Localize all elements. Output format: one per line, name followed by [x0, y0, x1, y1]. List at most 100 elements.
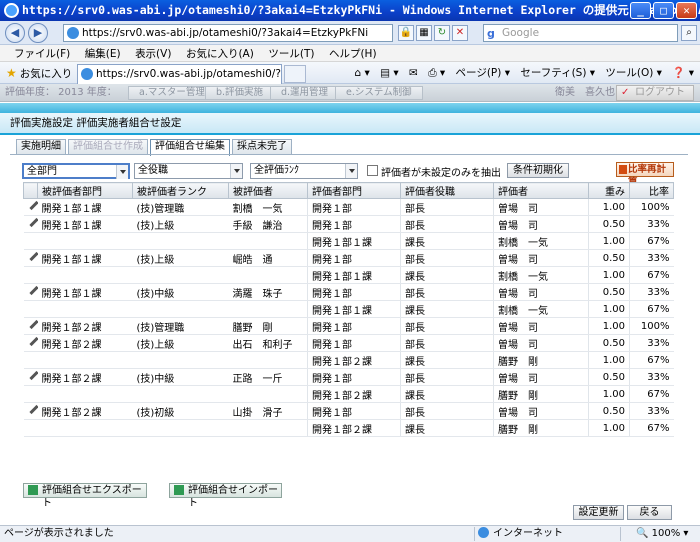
cmd-page[interactable]: ページ(P) ▾	[456, 67, 510, 79]
menu-favorites[interactable]: お気に入り(A)	[186, 48, 254, 60]
save-settings-button[interactable]: 設定更新	[573, 505, 624, 520]
evaluator-dept-cell: 開発１部	[307, 198, 401, 216]
evaluatee-name-cell: 正路 一斤	[228, 368, 308, 386]
evaluatee-dept-cell: 開発１部１課	[37, 283, 133, 301]
edit-cell[interactable]	[23, 402, 38, 420]
edit-cell[interactable]	[23, 198, 38, 216]
refresh-icon[interactable]: ↻	[434, 25, 450, 41]
pencil-edit-icon[interactable]	[28, 251, 38, 263]
edit-cell[interactable]	[23, 368, 38, 386]
url-input[interactable]: https://srv0.was-abi.jp/otameshi0/?3akai…	[63, 24, 393, 42]
minimize-button[interactable]: _	[630, 2, 651, 19]
nav-operation[interactable]: d.運用管理	[270, 86, 340, 100]
tab-details[interactable]: 実施明細	[16, 139, 66, 154]
reset-conditions-button[interactable]: 条件初期化	[507, 163, 569, 178]
home-icon[interactable]: ⌂ ▾	[355, 67, 370, 79]
maximize-button[interactable]: □	[653, 2, 674, 19]
weight-cell: 1.00	[588, 419, 630, 437]
nav-master[interactable]: a.マスター管理	[128, 86, 216, 100]
edit-cell[interactable]	[23, 283, 38, 301]
evaluatee-rank-cell: (技)初級	[132, 402, 229, 420]
evaluatee-name-cell: 割橋 一気	[228, 198, 308, 216]
favorites-bar: ★ お気に入り https://srv0.was-abi.jp/otameshi0…	[0, 62, 700, 84]
pencil-edit-icon[interactable]	[28, 217, 38, 229]
evaluator-position-cell: 部長	[400, 249, 494, 267]
edit-cell[interactable]	[23, 317, 38, 335]
mail-icon[interactable]: ✉	[409, 67, 418, 79]
menu-file[interactable]: ファイル(F)	[14, 48, 70, 60]
print-icon[interactable]: ⎙ ▾	[428, 67, 445, 79]
evaluatee-name-cell: 崛皓 通	[228, 249, 308, 267]
import-label: 評価組合せインポート	[188, 485, 278, 509]
weight-cell: 1.00	[588, 232, 630, 250]
table-row: 開発１部２課 課長 膳野 剛 1.00 67%	[23, 385, 674, 403]
edit-cell	[23, 300, 38, 318]
favorites-button[interactable]: ★ お気に入り	[6, 65, 72, 82]
cmd-tools[interactable]: ツール(O) ▾	[605, 67, 662, 79]
cmd-help[interactable]: ❓ ▾	[672, 67, 694, 79]
rank-value: 全評価ﾗﾝｸ	[254, 165, 299, 176]
col-evaluatee-dept: 被評価者部門	[37, 182, 133, 199]
cmd-safety[interactable]: セーフティ(S) ▾	[520, 67, 595, 79]
pencil-edit-icon[interactable]	[28, 319, 38, 331]
department-select[interactable]: 全部門	[22, 163, 130, 179]
chevron-down-icon	[116, 165, 128, 179]
compat-view-icon[interactable]: ▦	[416, 25, 432, 41]
close-window-button[interactable]: ✕	[676, 2, 697, 19]
back-button[interactable]: 戻る	[627, 505, 672, 520]
pencil-edit-icon[interactable]	[28, 285, 38, 297]
edit-cell[interactable]	[23, 249, 38, 267]
import-button[interactable]: 評価組合せインポート	[169, 483, 282, 509]
export-button[interactable]: 評価組合せエクスポート	[23, 483, 147, 509]
evaluator-dept-cell: 開発１部	[307, 249, 401, 267]
menu-view[interactable]: 表示(V)	[135, 48, 171, 60]
menu-bar: ファイル(F) 編集(E) 表示(V) お気に入り(A) ツール(T) ヘルプ(…	[0, 45, 700, 62]
lock-icon[interactable]: 🔒	[398, 25, 414, 41]
evaluator-name-cell: 曽場 司	[493, 283, 589, 301]
edit-cell[interactable]	[23, 215, 38, 233]
table-row: 開発１部１課 (技)管理職 割橋 一気 開発１部 部長 曽場 司 1.00 100%	[23, 198, 674, 216]
evaluatee-dept-cell: 開発１部１課	[37, 198, 133, 216]
table-header-row: 被評価者部門 被評価者ランク 被評価者 評価者部門 評価者役職 評価者 重み 比…	[23, 182, 674, 199]
stop-icon[interactable]: ✕	[452, 25, 468, 41]
weight-cell: 0.50	[588, 334, 630, 352]
rank-select[interactable]: 全評価ﾗﾝｸ	[250, 163, 358, 179]
evaluator-position-cell: 部長	[400, 215, 494, 233]
nav-system[interactable]: e.システム制御	[335, 86, 423, 100]
pencil-edit-icon[interactable]	[28, 336, 38, 348]
browser-tab[interactable]: https://srv0.was-abi.jp/otameshi0/?3akai…	[77, 64, 282, 84]
feeds-icon[interactable]: ▤ ▾	[380, 67, 399, 79]
col-evaluatee-rank: 被評価者ランク	[132, 182, 229, 199]
evaluator-position-cell: 部長	[400, 368, 494, 386]
menu-edit[interactable]: 編集(E)	[85, 48, 121, 60]
unset-only-checkbox[interactable]	[367, 165, 378, 176]
evaluatee-dept-cell	[37, 385, 133, 403]
pencil-edit-icon[interactable]	[28, 370, 38, 382]
menu-help[interactable]: ヘルプ(H)	[329, 48, 377, 60]
tab-create-combination: 評価組合せ作成	[68, 139, 148, 154]
back-arrow-icon[interactable]: ◀	[5, 23, 25, 43]
col-evaluator: 評価者	[493, 182, 589, 199]
forward-arrow-icon[interactable]: ▶	[28, 23, 48, 43]
evaluatee-dept-cell	[37, 232, 133, 250]
evaluator-name-cell: 曽場 司	[493, 198, 589, 216]
pencil-edit-icon[interactable]	[28, 200, 38, 212]
logout-button[interactable]: ✓ ログアウト	[616, 85, 694, 101]
evaluatee-name-cell: 出石 和利子	[228, 334, 308, 352]
position-select[interactable]: 全役職	[134, 163, 243, 179]
tab-incomplete[interactable]: 採点未完了	[232, 139, 292, 154]
zoom-button[interactable]: 🔍 100% ▾	[636, 526, 688, 542]
ratio-cell: 33%	[629, 334, 674, 352]
tab-title: https://srv0.was-abi.jp/otameshi0/?3akai…	[96, 68, 281, 80]
table-row: 開発１部１課 (技)上級 崛皓 通開発１部 部長 曽場 司 0.50 33%	[23, 249, 674, 267]
pencil-edit-icon[interactable]	[28, 404, 38, 416]
edit-cell[interactable]	[23, 334, 38, 352]
search-input[interactable]: g Google	[483, 24, 678, 42]
nav-evaluation[interactable]: b.評価実施	[205, 86, 275, 100]
menu-tools[interactable]: ツール(T)	[268, 48, 314, 60]
new-tab-button[interactable]	[284, 65, 306, 83]
evaluatee-dept-cell	[37, 419, 133, 437]
recalc-ratio-button[interactable]: 比率再計算	[616, 162, 674, 188]
evaluator-dept-cell: 開発１部１課	[307, 232, 401, 250]
search-go-icon[interactable]: ⌕	[681, 25, 697, 41]
